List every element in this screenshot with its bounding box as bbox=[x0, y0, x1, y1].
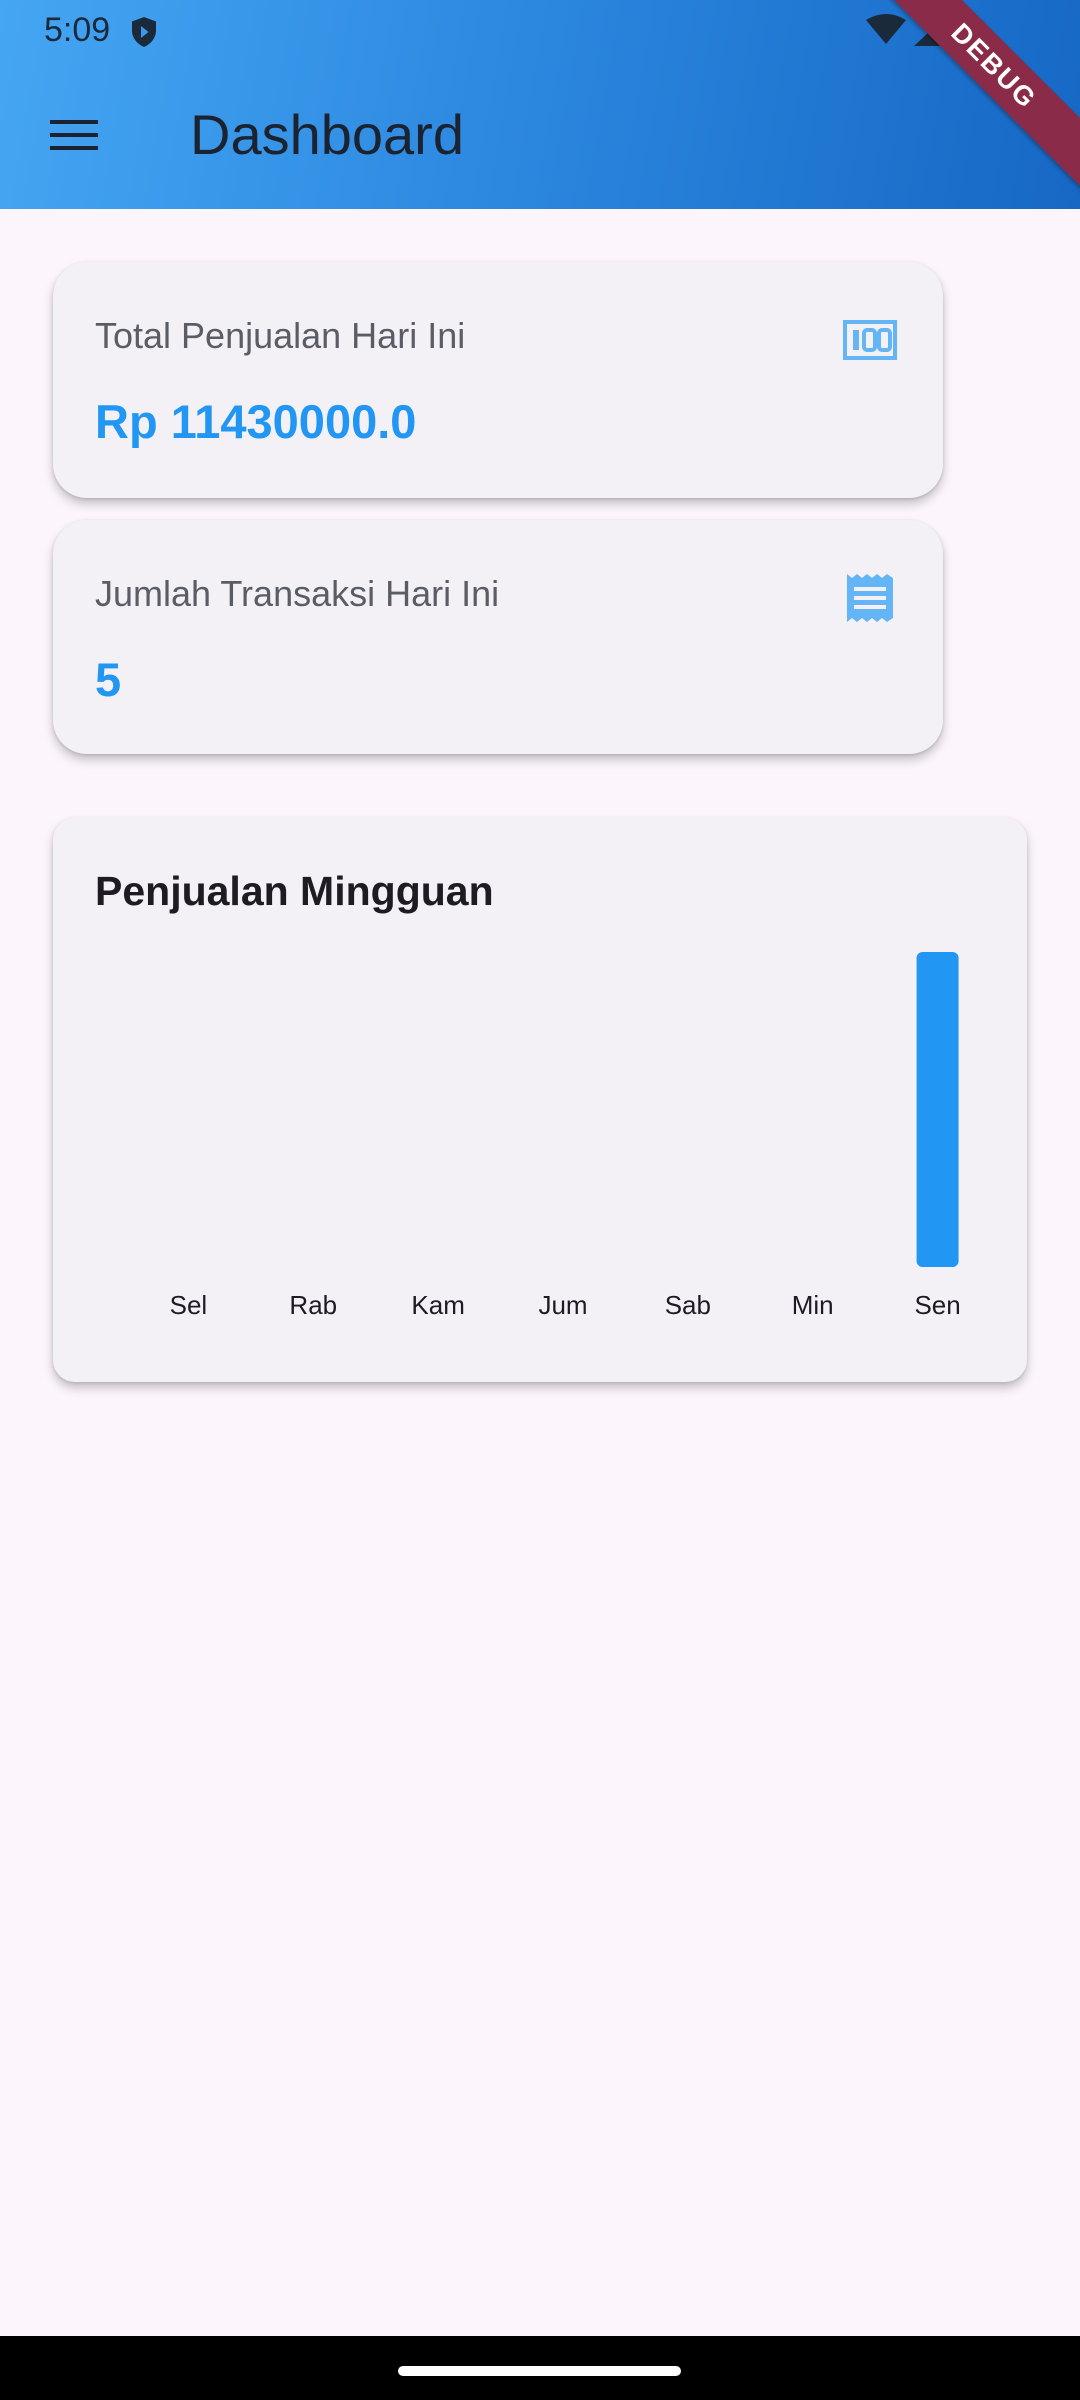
chart-bar-sen bbox=[916, 952, 959, 1267]
x-tick-label-kam: Kam bbox=[411, 1290, 464, 1320]
transactions-value: 5 bbox=[95, 653, 122, 706]
x-tick-label-sen: Sen bbox=[914, 1290, 960, 1320]
home-gesture-handle[interactable] bbox=[398, 2366, 681, 2376]
status-time: 5:09 bbox=[44, 11, 111, 49]
wifi-icon bbox=[866, 14, 906, 44]
hamburger-icon bbox=[50, 120, 98, 150]
page-title: Dashboard bbox=[190, 103, 464, 166]
x-tick-label-min: Min bbox=[792, 1290, 834, 1320]
x-tick-label-sel: Sel bbox=[170, 1290, 208, 1320]
total-sales-label: Total Penjualan Hari Ini bbox=[95, 315, 466, 356]
weekly-sales-chart: Sel Rab Kam Jum Sab Min Sen bbox=[170, 952, 961, 1320]
money-icon bbox=[843, 320, 897, 360]
total-sales-card: Total Penjualan Hari Ini Rp 11430000.0 bbox=[53, 262, 943, 498]
x-tick-label-jum: Jum bbox=[538, 1290, 587, 1320]
weekly-sales-chart-card: Penjualan Mingguan Sel Rab Kam Jum Sab Min Sen bbox=[53, 818, 1027, 1382]
x-tick-label-rab: Rab bbox=[289, 1290, 337, 1320]
transactions-label: Jumlah Transaksi Hari Ini bbox=[95, 573, 500, 614]
receipt-icon bbox=[847, 574, 893, 622]
app-bar: 5:09 Dashboard DEBUG bbox=[0, 0, 1080, 209]
shield-icon bbox=[132, 17, 156, 47]
menu-button[interactable] bbox=[40, 106, 108, 162]
x-tick-label-sab: Sab bbox=[665, 1290, 711, 1320]
transactions-card: Jumlah Transaksi Hari Ini 5 bbox=[53, 520, 943, 754]
total-sales-value: Rp 11430000.0 bbox=[95, 395, 417, 448]
